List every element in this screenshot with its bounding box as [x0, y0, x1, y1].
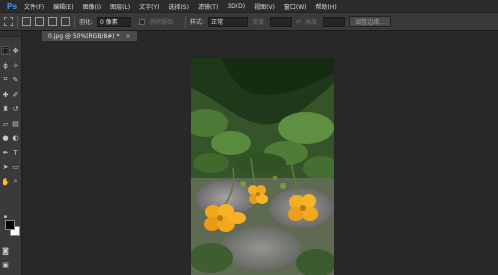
lasso-icon[interactable]: ϕ — [1, 61, 10, 70]
menu-edit[interactable]: 编辑(E) — [53, 2, 73, 11]
menu-view[interactable]: 视图(V) — [254, 2, 275, 11]
subtract-selection-icon[interactable] — [48, 17, 57, 26]
intersect-selection-icon[interactable] — [61, 17, 70, 26]
document-tab-bar: 0.jpg @ 50%(RGB/8#) * × — [22, 31, 498, 41]
menu-filter[interactable]: 滤镜(T) — [198, 2, 218, 11]
divider — [74, 15, 75, 28]
crop-icon[interactable]: ⌗ — [1, 75, 10, 84]
dodge-icon[interactable]: ◐ — [11, 133, 20, 142]
clone-stamp-icon[interactable]: ♜ — [1, 104, 10, 113]
style-select[interactable]: 正常 — [208, 16, 249, 27]
add-selection-icon[interactable] — [35, 17, 44, 26]
move-icon[interactable]: ✥ — [11, 46, 20, 55]
gradient-icon[interactable]: ▤ — [11, 119, 20, 128]
hand-icon[interactable]: ✋ — [1, 177, 10, 186]
rectangle-shape-icon[interactable]: ▭ — [11, 162, 20, 171]
document-tab[interactable]: 0.jpg @ 50%(RGB/8#) * × — [42, 31, 137, 41]
blur-icon[interactable]: ● — [1, 133, 10, 142]
photoshop-logo: Ps — [6, 1, 18, 11]
height-label: 高度: — [305, 19, 320, 26]
history-brush-icon[interactable]: ↺ — [11, 104, 20, 113]
tools-panel: ⬚ ✥ ϕ ✧ ⌗ ✎ ✚ ✐ ♜ ↺ ▱ ▤ ● ◐ ✒ T ➤ ▭ ✋ ⌕ … — [0, 31, 22, 275]
marquee-preset-icon[interactable] — [4, 17, 13, 26]
feather-label: 羽化: — [79, 19, 94, 26]
quick-mask-icon[interactable]: ◙ — [1, 246, 10, 255]
foreground-color-swatch[interactable] — [5, 220, 15, 230]
refine-edge-button[interactable]: 调整边缘... — [349, 16, 391, 27]
type-icon[interactable]: T — [11, 148, 20, 157]
rectangular-marquee-icon[interactable]: ⬚ — [1, 46, 10, 55]
menu-type[interactable]: 文字(Y) — [139, 2, 159, 11]
menu-3d[interactable]: 3D(D) — [227, 3, 245, 10]
height-input[interactable] — [323, 16, 346, 27]
width-label: 宽度: — [252, 19, 267, 26]
zoom-icon[interactable]: ⌕ — [11, 177, 20, 186]
document-tab-title: 0.jpg @ 50%(RGB/8#) * — [48, 32, 120, 40]
menu-file[interactable]: 文件(F) — [24, 2, 44, 11]
divider — [185, 15, 187, 28]
flower-photo — [191, 58, 334, 275]
eyedropper-icon[interactable]: ✎ — [11, 75, 20, 84]
new-selection-icon[interactable] — [22, 17, 31, 26]
menu-layer[interactable]: 图层(L) — [110, 2, 130, 11]
brush-icon[interactable]: ✐ — [11, 90, 20, 99]
menu-bar: Ps 文件(F) 编辑(E) 图像(I) 图层(L) 文字(Y) 选择(S) 滤… — [0, 0, 498, 12]
menu-help[interactable]: 帮助(H) — [316, 2, 337, 11]
menu-window[interactable]: 窗口(W) — [284, 2, 307, 11]
swap-icon[interactable]: ⇄ — [296, 18, 301, 25]
close-icon[interactable]: × — [126, 33, 131, 40]
magic-wand-icon[interactable]: ✧ — [11, 61, 20, 70]
antialias-checkbox[interactable] — [139, 18, 146, 25]
document-image[interactable] — [191, 58, 334, 275]
antialias-label: 消除锯齿 — [149, 19, 174, 26]
menu-image[interactable]: 图像(I) — [83, 2, 101, 11]
eraser-icon[interactable]: ▱ — [1, 119, 10, 128]
feather-input[interactable]: 0 像素 — [97, 16, 132, 27]
canvas-area[interactable] — [22, 41, 498, 275]
menu-select[interactable]: 选择(S) — [168, 2, 189, 11]
divider — [17, 15, 18, 28]
path-selection-icon[interactable]: ➤ — [1, 162, 10, 171]
panel-grip[interactable] — [0, 31, 21, 37]
screen-mode-icon[interactable]: ▣ — [1, 260, 10, 269]
width-input[interactable] — [270, 16, 293, 27]
pen-icon[interactable]: ✒ — [1, 148, 10, 157]
options-bar: 羽化: 0 像素 消除锯齿 样式: 正常 宽度: ⇄ 高度: 调整边缘... — [0, 12, 498, 31]
spot-healing-icon[interactable]: ✚ — [1, 90, 10, 99]
style-label: 样式: — [190, 19, 205, 26]
